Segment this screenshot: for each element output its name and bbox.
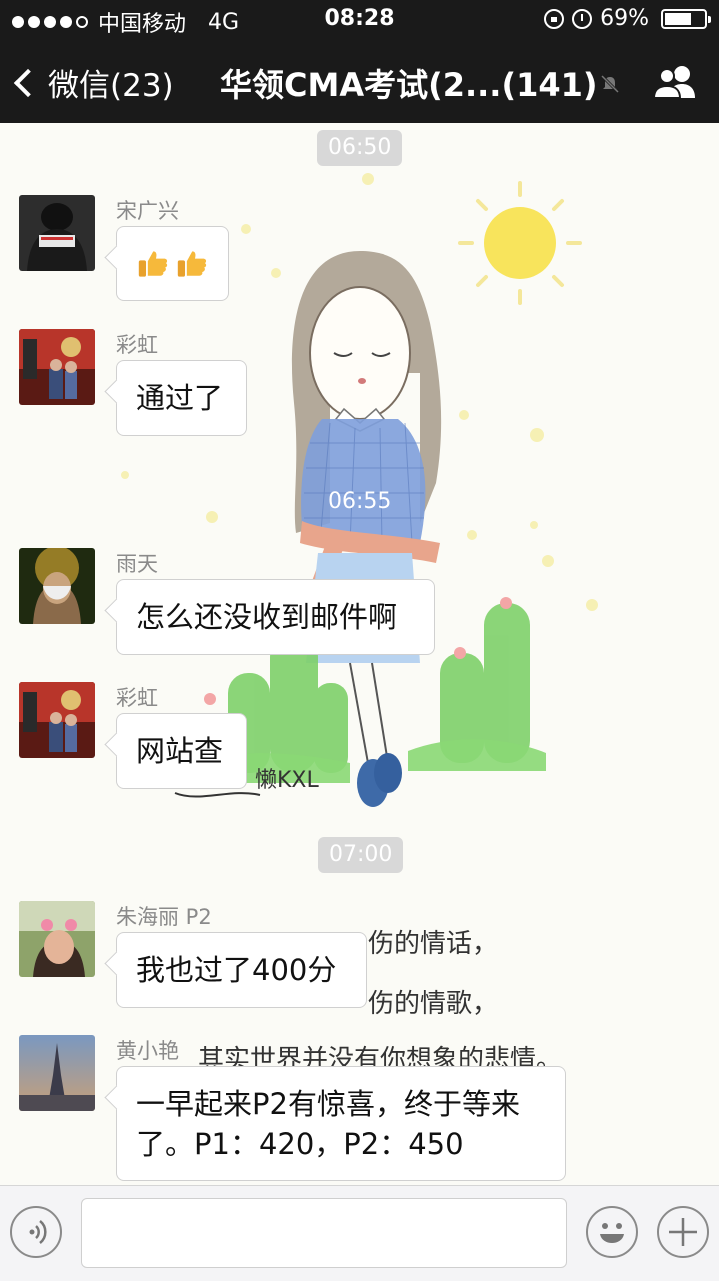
message-text: 网站查 bbox=[136, 734, 224, 768]
wallpaper-lyric-line-1: 伤的情话， bbox=[368, 929, 498, 959]
avatar-image bbox=[19, 682, 95, 758]
avatar[interactable] bbox=[19, 1035, 95, 1111]
input-bar bbox=[0, 1185, 719, 1281]
voice-button[interactable] bbox=[10, 1206, 62, 1258]
status-bar: 中国移动 4G 08:28 69% bbox=[0, 0, 719, 40]
avatar[interactable] bbox=[19, 682, 95, 758]
status-right: 69% bbox=[544, 6, 711, 31]
message-text: 怎么还没收到邮件啊 bbox=[136, 600, 398, 634]
emoji-icon bbox=[600, 1223, 624, 1243]
message-text: 通过了 bbox=[136, 381, 224, 415]
timestamp-pill: 07:00 bbox=[318, 837, 404, 873]
mute-bell-icon bbox=[600, 74, 620, 94]
voice-icon bbox=[29, 1220, 47, 1244]
plus-icon bbox=[669, 1218, 697, 1246]
sender-name: 朱海丽 P2 bbox=[116, 905, 212, 929]
timestamp-pill: 06:55 bbox=[328, 489, 392, 514]
emoji-button[interactable] bbox=[586, 1206, 638, 1258]
back-button[interactable]: 微信(23) bbox=[13, 60, 174, 105]
message-bubble[interactable]: 怎么还没收到邮件啊 bbox=[116, 579, 435, 655]
sender-name: 彩虹 bbox=[116, 333, 158, 357]
message-bubble[interactable] bbox=[116, 226, 229, 301]
chat-title: 华领CMA考试(2...(141) bbox=[220, 66, 598, 104]
wallpaper-lyric-line-2: 伤的情歌， bbox=[368, 989, 498, 1019]
avatar-image bbox=[19, 329, 95, 405]
timestamp-pill: 06:50 bbox=[317, 130, 403, 166]
thumbs-up-icon bbox=[177, 251, 206, 277]
message-bubble[interactable]: 我也过了400分 bbox=[116, 932, 367, 1008]
message-bubble[interactable]: 通过了 bbox=[116, 360, 247, 436]
avatar[interactable] bbox=[19, 329, 95, 405]
add-button[interactable] bbox=[657, 1206, 709, 1258]
battery-percent: 69% bbox=[600, 6, 649, 31]
chevron-left-icon bbox=[13, 68, 43, 97]
battery-icon bbox=[661, 8, 711, 29]
back-label: 微信(23) bbox=[48, 68, 174, 104]
avatar-image bbox=[19, 1035, 95, 1111]
group-members-icon[interactable] bbox=[653, 64, 697, 100]
sender-name: 黄小艳 bbox=[116, 1039, 179, 1063]
sender-name: 宋广兴 bbox=[116, 199, 179, 223]
sender-name: 雨天 bbox=[116, 552, 158, 576]
message-text: 我也过了400分 bbox=[136, 953, 337, 987]
thumbs-up-icon bbox=[138, 251, 168, 277]
rotation-lock-icon bbox=[544, 8, 565, 29]
message-bubble[interactable]: 一早起来P2有惊喜，终于等来了。P1：420，P2：450 bbox=[116, 1066, 566, 1181]
thumbs-up-emoji bbox=[137, 246, 208, 282]
message-text: 一早起来P2有惊喜，终于等来了。P1：420，P2：450 bbox=[136, 1087, 520, 1161]
message-bubble[interactable]: 网站查 bbox=[116, 713, 247, 789]
sender-name: 彩虹 bbox=[116, 686, 158, 710]
avatar[interactable] bbox=[19, 548, 95, 624]
message-input[interactable] bbox=[81, 1198, 567, 1268]
chat-header: 微信(23) 华领CMA考试(2...(141) bbox=[0, 40, 719, 123]
avatar-image bbox=[19, 548, 95, 624]
avatar-image bbox=[19, 901, 95, 977]
avatar[interactable] bbox=[19, 901, 95, 977]
avatar-image bbox=[19, 195, 95, 271]
avatar[interactable] bbox=[19, 195, 95, 271]
alarm-icon bbox=[572, 8, 593, 29]
wallpaper-signature: 懒KXL bbox=[255, 768, 319, 793]
